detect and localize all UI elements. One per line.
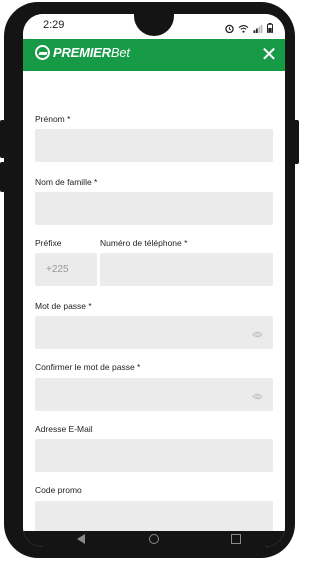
email-field[interactable] bbox=[35, 439, 273, 472]
phone-label: Numéro de téléphone * bbox=[100, 238, 188, 248]
prefix-field[interactable]: +225 bbox=[35, 253, 97, 286]
promo-code-field[interactable] bbox=[35, 501, 273, 531]
logo-text-bold: PREMIER bbox=[53, 45, 111, 60]
prefix-label: Préfixe bbox=[35, 238, 62, 248]
logo-mark-icon bbox=[35, 45, 50, 60]
first-name-field[interactable] bbox=[35, 129, 273, 162]
close-icon: ✕ bbox=[260, 44, 278, 66]
screen: 2:29 PREMIERBet ✕ Prénom * Nom de famill… bbox=[23, 14, 285, 547]
confirm-password-label: Confirmer le mot de passe * bbox=[35, 362, 141, 372]
email-label: Adresse E-Mail bbox=[35, 424, 93, 434]
signal-icon bbox=[253, 20, 263, 38]
status-bar: 2:29 bbox=[23, 14, 285, 39]
wifi-icon bbox=[238, 20, 249, 38]
phone-number-field[interactable] bbox=[100, 253, 273, 286]
battery-icon bbox=[267, 20, 273, 38]
prefix-value: +225 bbox=[46, 264, 69, 275]
registration-form: Prénom * Nom de famille * Préfixe +225 N… bbox=[23, 71, 285, 531]
premierbet-logo: PREMIERBet bbox=[35, 45, 130, 60]
back-icon[interactable] bbox=[77, 534, 85, 544]
password-field[interactable] bbox=[35, 316, 273, 349]
power-button bbox=[294, 120, 299, 164]
alarm-icon bbox=[225, 20, 234, 38]
volume-button-lower bbox=[0, 162, 5, 192]
promo-code-label: Code promo bbox=[35, 485, 82, 495]
confirm-password-field[interactable] bbox=[35, 378, 273, 411]
logo-text-light: Bet bbox=[110, 45, 130, 60]
home-icon[interactable] bbox=[149, 534, 159, 544]
close-button[interactable]: ✕ bbox=[259, 45, 279, 65]
phone-frame: 2:29 PREMIERBet ✕ Prénom * Nom de famill… bbox=[0, 2, 299, 558]
last-name-field[interactable] bbox=[35, 192, 273, 225]
android-nav-bar bbox=[23, 531, 285, 547]
password-label: Mot de passe * bbox=[35, 301, 92, 311]
volume-button bbox=[0, 120, 5, 158]
status-time: 2:29 bbox=[43, 19, 65, 31]
first-name-label: Prénom * bbox=[35, 114, 71, 124]
recent-apps-icon[interactable] bbox=[231, 534, 241, 544]
status-icons bbox=[225, 20, 273, 38]
eye-icon[interactable] bbox=[252, 327, 263, 338]
last-name-label: Nom de famille * bbox=[35, 177, 98, 187]
eye-icon-confirm[interactable] bbox=[252, 389, 263, 400]
app-header: PREMIERBet ✕ bbox=[23, 39, 285, 71]
logo-text: PREMIERBet bbox=[53, 45, 130, 60]
camera-notch bbox=[134, 14, 174, 36]
